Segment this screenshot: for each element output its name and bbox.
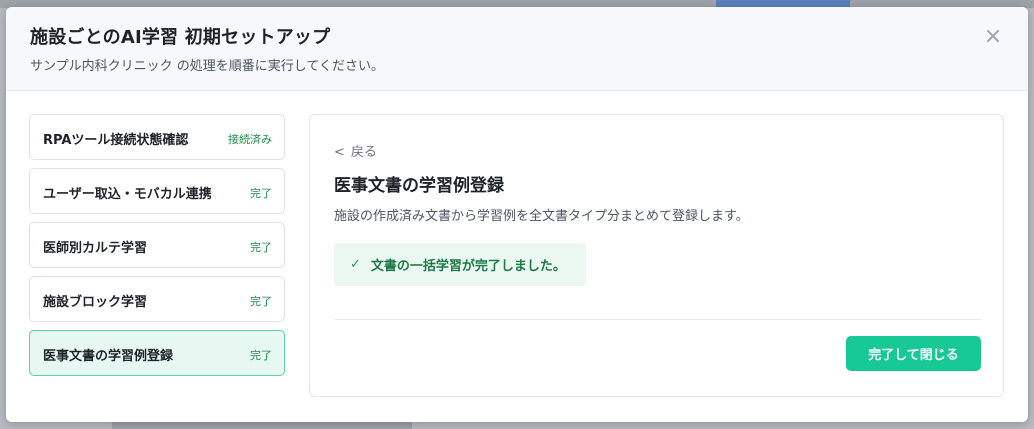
- success-alert: ✓ 文書の一括学習が完了しました。: [334, 243, 586, 286]
- step-label: 施設ブロック学習: [43, 295, 148, 310]
- check-icon: ✓: [350, 257, 361, 272]
- panel-description: 施設の作成済み文書から学習例を全文書タイプ分まとめて登録します。: [334, 209, 749, 224]
- complete-close-button[interactable]: 完了して閉じる: [846, 336, 981, 371]
- step-detail-panel: < 戻る 医事文書の学習例登録 施設の作成済み文書から学習例を全文書タイプ分まとめ…: [309, 114, 1004, 397]
- step-label: 医事文書の学習例登録: [43, 349, 174, 364]
- step-status-badge: 完了: [250, 187, 272, 200]
- step-item-doctor-learning[interactable]: 医師別カルテ学習 完了: [29, 222, 285, 268]
- close-icon[interactable]: ×: [980, 23, 1006, 49]
- step-label: ユーザー取込・モバカル連携: [43, 187, 212, 202]
- chevron-left-icon: <: [334, 145, 345, 160]
- step-status-badge: 完了: [250, 349, 272, 362]
- step-item-rpa-connection[interactable]: RPAツール接続状態確認 接続済み: [29, 114, 285, 160]
- modal-subtitle: サンプル内科クリニック の処理を順番に実行してください。: [30, 59, 384, 74]
- step-status-badge: 完了: [250, 241, 272, 254]
- step-item-medical-docs[interactable]: 医事文書の学習例登録 完了: [29, 330, 285, 376]
- step-status-badge: 接続済み: [228, 133, 272, 146]
- panel-title: 医事文書の学習例登録: [334, 176, 504, 196]
- step-label: 医師別カルテ学習: [43, 241, 148, 256]
- step-label: RPAツール接続状態確認: [43, 133, 189, 148]
- step-list: RPAツール接続状態確認 接続済み ユーザー取込・モバカル連携 完了 医師別カル…: [29, 114, 285, 384]
- back-label: 戻る: [350, 145, 377, 160]
- step-item-facility-block[interactable]: 施設ブロック学習 完了: [29, 276, 285, 322]
- back-link[interactable]: < 戻る: [334, 141, 377, 160]
- modal-title: 施設ごとのAI学習 初期セットアップ: [30, 27, 331, 48]
- divider: [334, 319, 981, 320]
- success-message: 文書の一括学習が完了しました。: [370, 259, 566, 274]
- step-item-user-import[interactable]: ユーザー取込・モバカル連携 完了: [29, 168, 285, 214]
- modal-header: 施設ごとのAI学習 初期セットアップ サンプル内科クリニック の処理を順番に実行…: [6, 7, 1028, 91]
- setup-modal: 施設ごとのAI学習 初期セットアップ サンプル内科クリニック の処理を順番に実行…: [6, 7, 1028, 422]
- step-status-badge: 完了: [250, 295, 272, 308]
